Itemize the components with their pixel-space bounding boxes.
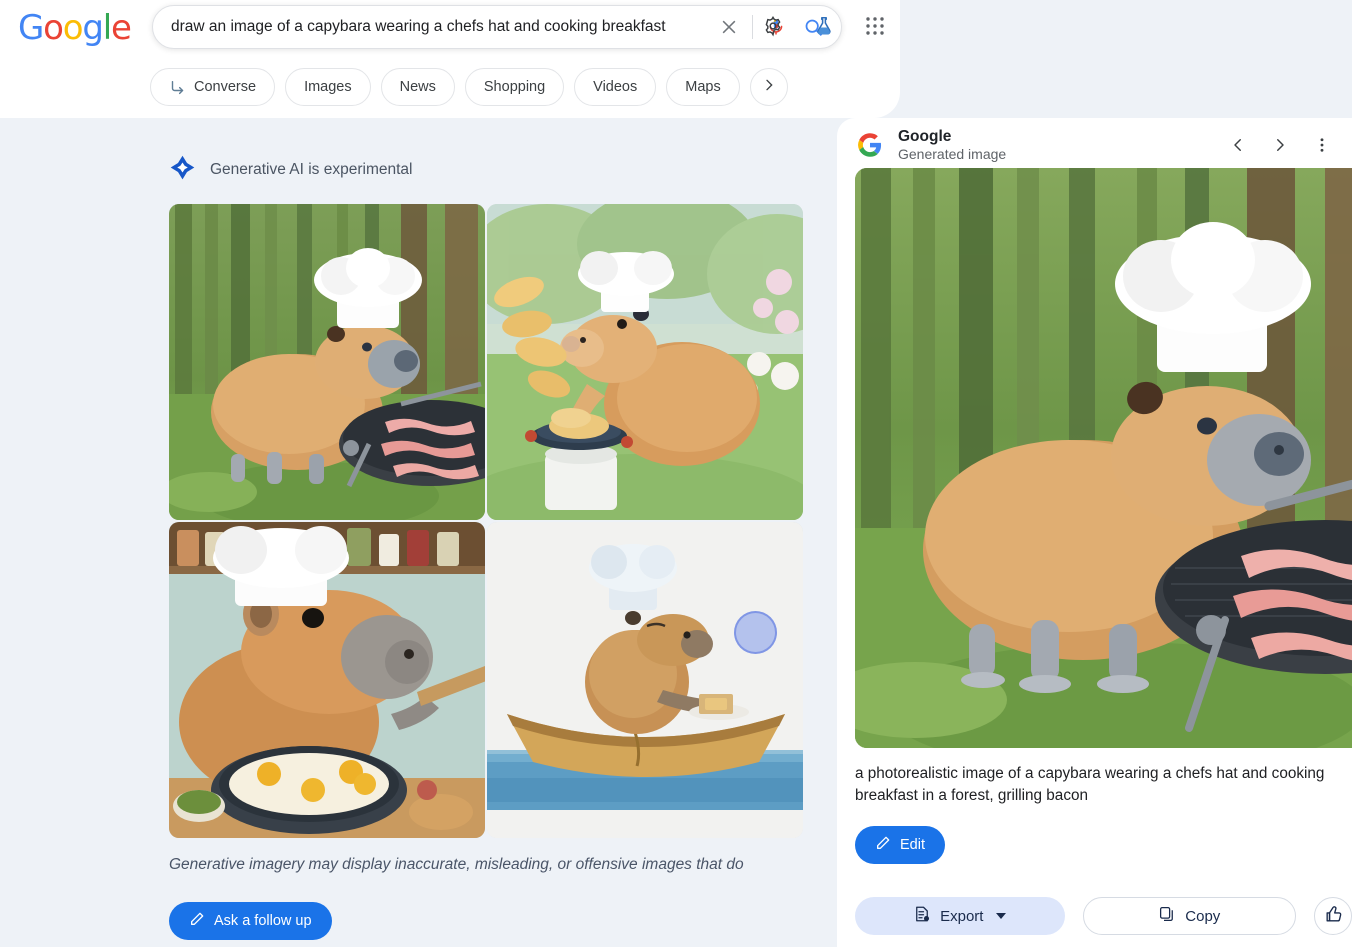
generated-image-panel: Google Generated image a photorealistic … [837, 118, 1352, 947]
generative-ai-label: Generative AI is experimental [210, 161, 413, 178]
search-input[interactable] [153, 18, 712, 36]
panel-title-block: Google Generated image [898, 128, 1006, 163]
export-button-label: Export [940, 907, 984, 925]
logo-letter: l [102, 8, 112, 48]
search-bar[interactable] [152, 5, 842, 49]
generative-imagery-disclaimer: Generative imagery may display inaccurat… [169, 856, 744, 873]
panel-subtitle: Generated image [898, 145, 1007, 162]
tab-label: News [399, 79, 436, 95]
ask-follow-up-button[interactable]: Ask a follow up [169, 902, 332, 940]
results-area: Generative AI is experimental Generative… [0, 118, 900, 947]
labs-flask-icon[interactable] [809, 11, 839, 41]
export-document-icon [913, 905, 931, 927]
panel-title: Google [898, 127, 952, 145]
google-g-icon [857, 132, 883, 158]
pencil-icon [189, 911, 205, 931]
gear-icon[interactable] [758, 11, 788, 41]
thumbs-up-button[interactable] [1314, 897, 1352, 935]
turn-arrow-icon [169, 80, 186, 95]
generated-image-thumbnail[interactable] [169, 522, 485, 838]
next-image-button[interactable] [1264, 129, 1296, 161]
tab-label: Converse [194, 79, 257, 95]
google-logo[interactable]: Google [18, 8, 132, 48]
sparkle-diamond-icon [169, 154, 196, 186]
image-caption: a photorealistic image of a capybara wea… [855, 765, 1329, 804]
generated-image-thumbnail[interactable] [169, 204, 485, 520]
tab-shopping[interactable]: Shopping [464, 68, 565, 106]
export-button[interactable]: Export [855, 897, 1065, 935]
panel-action-bar: Export Copy [837, 885, 1352, 947]
chevron-down-icon [996, 913, 1007, 919]
generative-ai-notice: Generative AI is experimental [169, 154, 412, 186]
logo-letter: g [82, 8, 104, 48]
previous-image-button[interactable] [1222, 129, 1254, 161]
tab-converse[interactable]: Converse [150, 68, 276, 106]
generated-image-thumbnail[interactable] [487, 204, 803, 520]
thumbs-up-icon [1324, 905, 1343, 927]
header-icon-group [748, 0, 900, 52]
logo-letter: o [43, 8, 64, 48]
edit-button-label: Edit [900, 837, 925, 853]
apps-grid-icon[interactable] [860, 11, 890, 41]
tab-maps[interactable]: Maps [666, 68, 740, 106]
generated-image-grid [169, 204, 803, 838]
ask-follow-up-label: Ask a follow up [214, 913, 312, 929]
tab-label: Images [304, 79, 352, 95]
search-tabs: Converse Images News Shopping Videos Map… [150, 68, 788, 106]
close-icon[interactable] [712, 10, 746, 44]
edit-button[interactable]: Edit [855, 826, 945, 864]
tabs-more-button[interactable] [749, 68, 788, 106]
browser-page: Google draw an image of a capybara weari… [0, 0, 1352, 947]
tab-label: Maps [685, 79, 721, 95]
tab-videos[interactable]: Videos [574, 68, 657, 106]
tab-images[interactable]: Images [285, 68, 371, 106]
logo-letter: e [111, 8, 132, 48]
generated-image-thumbnail[interactable] [487, 522, 803, 838]
copy-button[interactable]: Copy [1082, 897, 1296, 935]
chevron-right-icon [761, 77, 777, 97]
tab-news[interactable]: News [380, 68, 455, 106]
panel-navigation [1222, 129, 1338, 161]
tab-label: Shopping [483, 79, 546, 95]
copy-icon [1158, 905, 1176, 927]
logo-letter: o [62, 8, 84, 48]
search-header: Google draw an image of a capybara weari… [0, 0, 900, 118]
copy-button-label: Copy [1185, 907, 1221, 925]
overflow-menu-icon[interactable] [1306, 129, 1338, 161]
panel-header: Google Generated image [837, 118, 1352, 172]
generated-image-hero[interactable] [855, 168, 1352, 748]
logo-letter: G [18, 8, 44, 48]
pencil-icon [875, 835, 891, 855]
tab-label: Videos [593, 79, 638, 95]
